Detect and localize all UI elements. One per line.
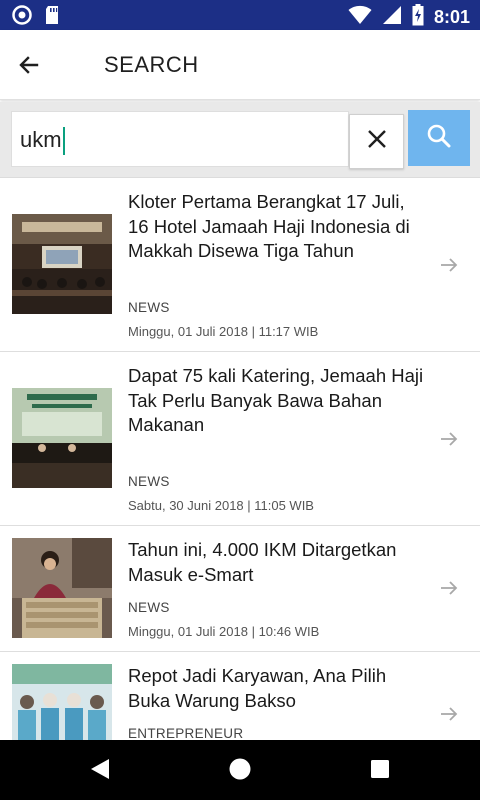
app-bar: SEARCH [0,30,480,100]
sd-card-icon [44,5,60,30]
item-category: NEWS [128,600,170,615]
search-icon [426,123,452,154]
nav-recents-button[interactable] [367,758,393,784]
list-item[interactable]: Repot Jadi Karyawan, Ana Pilih Buka Waru… [0,652,480,740]
close-icon [366,128,388,155]
signal-icon [382,5,402,30]
item-category: ENTREPRENEUR [128,726,244,740]
arrow-right-icon [438,428,460,450]
text-cursor [62,127,65,156]
item-title: Kloter Pertama Berangkat 17 Juli, 16 Hot… [128,191,410,261]
recents-square-icon [369,758,391,785]
back-triangle-icon [89,757,111,786]
list-item[interactable]: Kloter Pertama Berangkat 17 Juli, 16 Hot… [0,178,480,352]
search-bar: ukm [0,102,480,178]
group-photo [12,664,112,740]
battery-charging-icon [412,4,424,31]
search-submit-button[interactable] [408,110,470,166]
arrow-left-icon [17,53,41,82]
results-list: Kloter Pertama Berangkat 17 Juli, 16 Hot… [0,178,480,740]
arrow-right-icon [438,703,460,725]
search-input[interactable]: ukm [11,111,349,167]
wifi-icon [348,5,372,30]
navigation-bar [0,740,480,800]
conference-hall-photo [12,214,112,314]
item-title: Dapat 75 kali Katering, Jemaah Haji Tak … [128,365,424,435]
seminar-stage-photo [12,388,112,488]
item-category: NEWS [128,300,170,315]
back-button[interactable] [12,50,46,84]
item-date: Minggu, 01 Juli 2018 | 10:46 WIB [128,624,320,639]
arrow-right-icon [438,254,460,276]
arrow-right-icon [438,577,460,599]
speaker-podium-photo [12,538,112,638]
status-time: 8:01 [433,7,470,27]
home-circle-icon [228,757,252,786]
list-item[interactable]: Dapat 75 kali Katering, Jemaah Haji Tak … [0,352,480,526]
clear-search-button[interactable] [349,114,404,169]
item-date: Minggu, 01 Juli 2018 | 11:17 WIB [128,324,319,339]
item-category: NEWS [128,474,170,489]
list-item[interactable]: Tahun ini, 4.000 IKM Ditargetkan Masuk e… [0,526,480,652]
nav-back-button[interactable] [87,758,113,784]
page-title: SEARCH [104,52,199,77]
screen: 8:01 SEARCH ukm Kloter Pertama Berangkat… [0,0,480,800]
nav-home-button[interactable] [227,758,253,784]
item-title: Tahun ini, 4.000 IKM Ditargetkan Masuk e… [128,539,397,585]
search-input-value: ukm [20,127,62,152]
circle-notification-icon [12,5,32,30]
item-title: Repot Jadi Karyawan, Ana Pilih Buka Waru… [128,665,387,711]
status-bar: 8:01 [0,0,480,30]
item-date: Sabtu, 30 Juni 2018 | 11:05 WIB [128,498,314,513]
